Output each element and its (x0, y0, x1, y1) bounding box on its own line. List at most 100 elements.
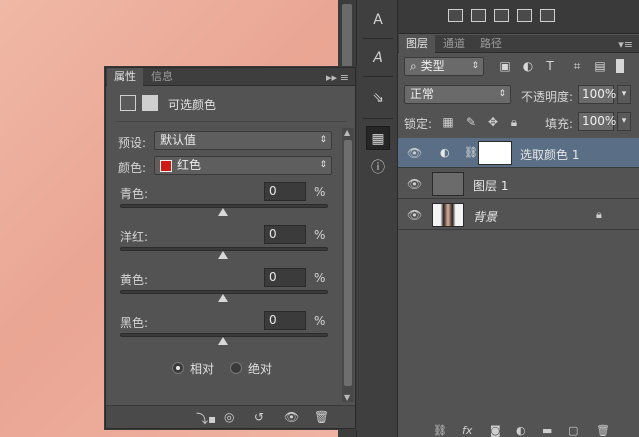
shape-filter-icon[interactable]: ⌗ (570, 59, 584, 73)
magenta-unit: % (314, 228, 326, 242)
cyan-slider-thumb[interactable] (218, 208, 228, 216)
preset-label: 预设: (118, 136, 147, 150)
lock-label: 锁定: (404, 117, 433, 131)
relative-radio[interactable] (172, 362, 184, 374)
properties-panel-tabs: 属性 信息 ▸▸ ≡ (106, 68, 355, 86)
layer-name[interactable]: 选取颜色 1 (520, 146, 579, 163)
absolute-label[interactable]: 绝对 (248, 360, 272, 377)
tab-info[interactable]: 信息 (144, 68, 180, 86)
yellow-label: 黄色: (120, 273, 149, 287)
tab-properties[interactable]: 属性 (107, 68, 143, 86)
mask-icon[interactable] (142, 95, 158, 111)
layer-name[interactable]: 图层 1 (473, 177, 508, 194)
group-icon[interactable]: ▬ (542, 424, 552, 437)
relative-label[interactable]: 相对 (190, 360, 214, 377)
cyan-input[interactable]: 0 (264, 182, 306, 201)
blend-mode-dropdown[interactable]: 正常 ⇕ (404, 85, 511, 104)
colors-label: 颜色: (118, 161, 147, 175)
absolute-radio[interactable] (230, 362, 242, 374)
exposure-icon[interactable] (448, 9, 463, 22)
filter-toggle-switch[interactable] (616, 59, 624, 73)
yellow-input[interactable]: 0 (264, 268, 306, 287)
delete-icon[interactable]: 🗑︎ (314, 410, 329, 424)
scrollbar-thumb[interactable] (342, 4, 352, 70)
visibility-icon[interactable]: 👁︎ (284, 410, 299, 424)
properties-panel: 属性 信息 ▸▸ ≡ 可选颜色 预设: 默认值 ⇕ 颜色: 红色 ⇕ 青色: 0… (105, 67, 356, 429)
panel-dock-strip: A A ⇘ ▦ ⓘ (356, 0, 398, 437)
new-layer-icon[interactable]: ▢ (568, 424, 578, 437)
mask-icon[interactable]: ◙ (490, 424, 501, 437)
opacity-dropdown-icon[interactable]: ▾ (617, 85, 631, 104)
filter-type-label: 类型 (420, 59, 445, 73)
scroll-down-icon[interactable]: ▼ (344, 393, 350, 402)
panel-menu-icon[interactable]: ≡ (340, 71, 349, 84)
visibility-eye-icon[interactable]: 👁︎ (407, 177, 422, 191)
lock-pixels-icon[interactable]: ✎ (464, 115, 478, 129)
yellow-slider-thumb[interactable] (218, 294, 228, 302)
paragraph-icon[interactable]: A (366, 46, 390, 70)
gradient-map-icon[interactable] (517, 9, 532, 22)
delete-icon[interactable]: 🗑︎ (596, 424, 610, 437)
lock-all-icon[interactable]: 🔒︎ (507, 115, 521, 129)
glyph-icon[interactable]: ⇘ (366, 86, 390, 110)
layer-row-selective-color[interactable]: 👁︎ ◐ ⛓︎ 选取颜色 1 (398, 138, 639, 168)
tab-channels[interactable]: 通道 (436, 35, 472, 53)
type-filter-icon[interactable]: T (543, 59, 557, 73)
opacity-input[interactable]: 100% (578, 85, 616, 104)
filter-type-dropdown[interactable]: ⌕ 类型 ⇕ (404, 57, 484, 76)
magenta-slider-thumb[interactable] (218, 251, 228, 259)
visibility-eye-icon[interactable]: 👁︎ (407, 146, 422, 160)
smartobject-filter-icon[interactable]: ▤ (593, 59, 607, 73)
fill-input[interactable]: 100% (578, 112, 616, 131)
layer-mask-thumbnail[interactable] (478, 141, 512, 165)
colors-dropdown[interactable]: 红色 ⇕ (154, 156, 332, 175)
layer-row-layer-1[interactable]: 👁︎ 图层 1 (398, 169, 639, 199)
visibility-eye-icon[interactable]: 👁︎ (407, 208, 422, 222)
character-icon[interactable]: A (366, 8, 390, 32)
preset-dropdown[interactable]: 默认值 ⇕ (154, 131, 332, 150)
layer-row-background[interactable]: 👁︎ 背景 🔒︎ (398, 200, 639, 230)
link-icon[interactable]: ⛓︎ (433, 424, 447, 437)
adjustment-filter-icon[interactable]: ◐ (521, 59, 535, 73)
red-swatch (160, 160, 172, 172)
clip-to-layer-icon[interactable]: ⤵▪ (196, 410, 216, 427)
magenta-input[interactable]: 0 (264, 225, 306, 244)
cyan-unit: % (314, 185, 326, 199)
fill-label: 填充: (545, 117, 574, 131)
cyan-label: 青色: (120, 187, 149, 201)
scrollbar-thumb[interactable] (344, 140, 352, 386)
background-thumbnail[interactable] (432, 203, 464, 227)
properties-icon[interactable]: ▦ (366, 126, 390, 150)
scroll-up-icon[interactable]: ▲ (344, 128, 350, 137)
adjustment-icon[interactable]: ◐ (516, 424, 526, 437)
adjustment-layer-icon: ◐ (440, 146, 450, 159)
tab-paths[interactable]: 路径 (473, 35, 509, 53)
layer-name[interactable]: 背景 (473, 208, 497, 225)
colors-value: 红色 (177, 158, 202, 172)
blend-mode-value: 正常 (410, 87, 435, 101)
selective-color-icon[interactable] (540, 9, 555, 22)
reset-icon[interactable]: ↺ (254, 410, 264, 424)
layers-panel-tabs: 图层 通道 路径 ▾≡ (398, 35, 639, 53)
fx-icon[interactable]: fx (462, 424, 472, 437)
black-slider-thumb[interactable] (218, 337, 228, 345)
properties-scrollbar[interactable]: ▲ ▼ (342, 128, 354, 402)
black-input[interactable]: 0 (264, 311, 306, 330)
threshold-icon[interactable] (494, 9, 509, 22)
chain-link-icon[interactable]: ⛓︎ (464, 146, 478, 159)
panel-menu-icon[interactable]: ▾≡ (618, 38, 633, 51)
image-filter-icon[interactable]: ▣ (498, 59, 512, 73)
tab-layers[interactable]: 图层 (399, 35, 435, 53)
view-previous-icon[interactable]: ◎ (224, 410, 234, 424)
yellow-unit: % (314, 271, 326, 285)
fill-dropdown-icon[interactable]: ▾ (617, 112, 631, 131)
collapse-icon[interactable]: ▸▸ (326, 71, 337, 84)
lock-position-icon[interactable]: ✥ (486, 115, 500, 129)
preset-value: 默认值 (160, 133, 197, 147)
info-icon[interactable]: ⓘ (366, 156, 390, 180)
layer-thumbnail[interactable] (432, 172, 464, 196)
invert-icon[interactable] (471, 9, 486, 22)
chevron-updown-icon: ⇕ (498, 89, 506, 99)
lock-transparent-icon[interactable]: ▦ (441, 115, 455, 129)
properties-footer: ⤵▪ ◎ ↺ 👁︎ 🗑︎ (106, 405, 355, 428)
